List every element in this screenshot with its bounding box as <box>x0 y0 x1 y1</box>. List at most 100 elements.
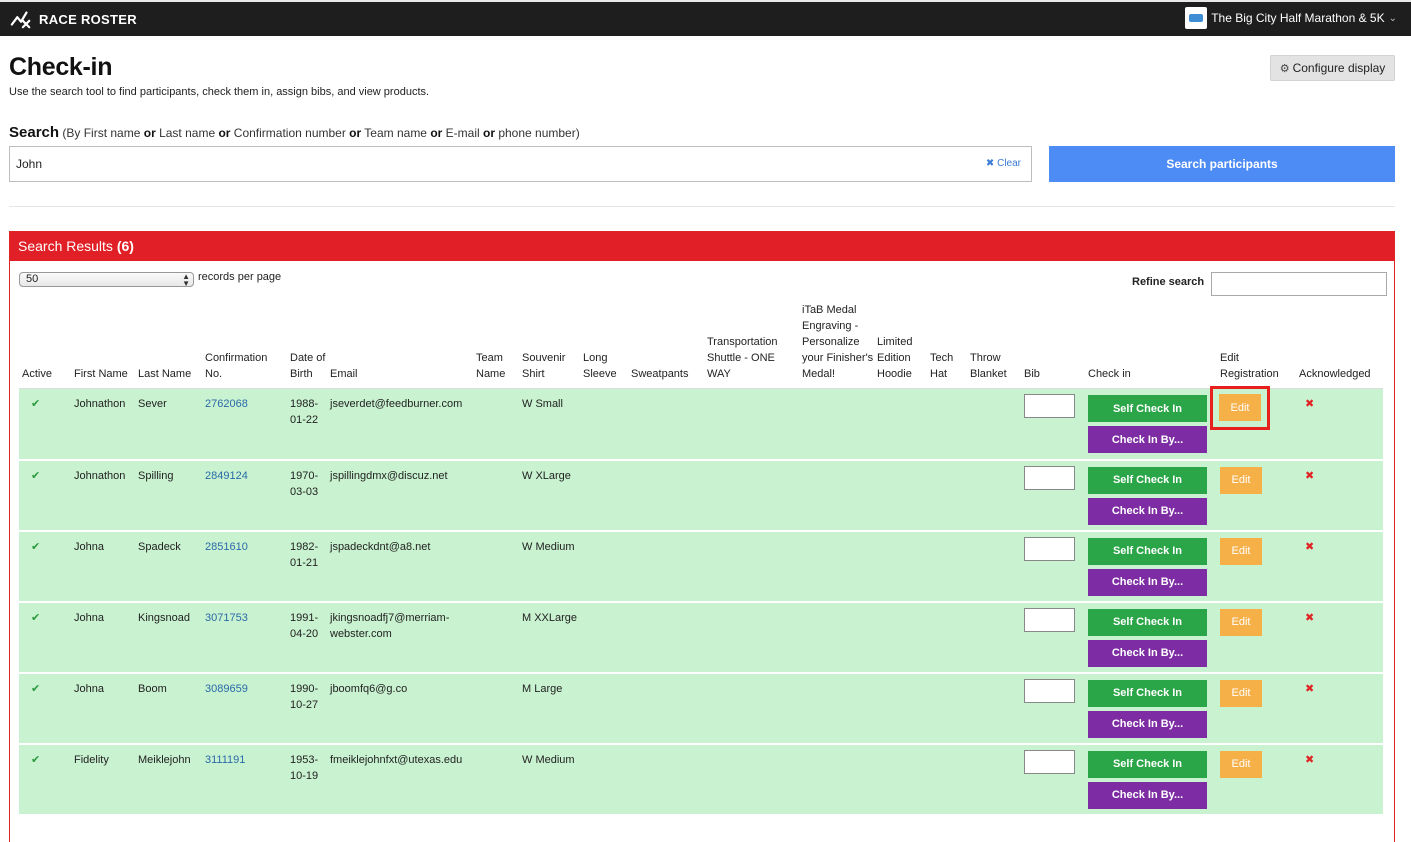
search-hint-part: (By First name <box>62 126 144 140</box>
bib-input[interactable] <box>1024 678 1075 703</box>
sweatpants-cell <box>628 601 704 674</box>
hoodie-cell <box>874 601 927 674</box>
confirmation-link[interactable]: 2849124 <box>205 470 248 482</box>
check-in-by-button[interactable]: Check In By... <box>1088 710 1207 738</box>
hoodie-cell <box>874 459 927 532</box>
check-icon: ✔ <box>31 469 41 482</box>
configure-display-button[interactable]: ⚙ Configure display <box>1270 55 1395 81</box>
confirmation-cell: 2849124 <box>202 459 287 532</box>
last-name-cell: Spilling <box>135 459 202 532</box>
bib-cell <box>1021 388 1085 461</box>
search-input[interactable] <box>10 147 970 181</box>
medal-cell <box>799 601 874 674</box>
sweatpants-cell <box>628 530 704 603</box>
souvenir-shirt-cell: W Small <box>519 388 580 461</box>
bib-input[interactable] <box>1024 749 1075 774</box>
check-in-cell: Self Check In Check In By... <box>1085 388 1217 461</box>
edit-registration-button[interactable]: Edit <box>1220 750 1262 778</box>
active-cell: ✔ <box>19 388 71 461</box>
self-check-in-button[interactable]: Self Check In <box>1088 466 1207 494</box>
col-throw-blanket: Throw Blanket <box>967 302 1021 389</box>
self-check-in-button[interactable]: Self Check In <box>1088 608 1207 636</box>
acknowledged-cell: ✖ <box>1296 388 1383 461</box>
records-per-page-select[interactable]: 50 ▲ ▼ <box>19 272 194 288</box>
last-name-cell: Boom <box>135 672 202 745</box>
edit-registration-button[interactable]: Edit <box>1220 608 1262 636</box>
event-switcher[interactable]: The Big City Half Marathon & 5K ⌄ <box>1185 7 1397 29</box>
self-check-in-button[interactable]: Self Check In <box>1088 679 1207 707</box>
search-label: Search (By First name or Last name or Co… <box>9 124 580 141</box>
search-hint-or: or <box>483 126 495 140</box>
souvenir-shirt-cell: W Medium <box>519 743 580 816</box>
confirmation-link[interactable]: 3111191 <box>205 754 245 766</box>
search-field: ✖ Clear <box>9 146 1032 182</box>
race-roster-logo[interactable]: RACE ROSTER <box>10 8 137 30</box>
page-title: Check-in <box>9 53 113 81</box>
check-in-by-button[interactable]: Check In By... <box>1088 781 1207 809</box>
bib-cell <box>1021 459 1085 532</box>
medal-cell <box>799 672 874 745</box>
throw-blanket-cell <box>967 459 1021 532</box>
acknowledged-cell: ✖ <box>1296 459 1383 532</box>
bib-input[interactable] <box>1024 394 1075 418</box>
search-hint-part: phone number) <box>495 126 580 140</box>
confirmation-cell: 3111191 <box>202 743 287 816</box>
table-row: ✔ Johna Spadeck 2851610 1982-01-21 jspad… <box>19 530 1383 603</box>
self-check-in-button[interactable]: Self Check In <box>1088 395 1207 422</box>
search-hint-part: Last name <box>155 126 219 140</box>
shuttle-cell <box>704 388 799 461</box>
tech-hat-cell <box>927 743 967 816</box>
active-cell: ✔ <box>19 601 71 674</box>
confirmation-cell: 3089659 <box>202 672 287 745</box>
check-in-by-button[interactable]: Check In By... <box>1088 497 1207 525</box>
results-table: Active First Name Last Name Confirmation… <box>19 302 1383 816</box>
bib-input[interactable] <box>1024 607 1075 632</box>
confirmation-link[interactable]: 2762068 <box>205 398 248 410</box>
check-icon: ✔ <box>31 682 41 695</box>
edit-registration-button[interactable]: Edit <box>1220 537 1262 565</box>
page-subtitle: Use the search tool to find participants… <box>9 86 430 98</box>
check-in-cell: Self Check In Check In By... <box>1085 530 1217 603</box>
bib-input[interactable] <box>1024 536 1075 561</box>
hoodie-cell <box>874 672 927 745</box>
dob-cell: 1953-10-19 <box>287 743 327 816</box>
self-check-in-button[interactable]: Self Check In <box>1088 750 1207 778</box>
edit-registration-button[interactable]: Edit <box>1220 679 1262 707</box>
close-icon: ✖ <box>1305 682 1315 695</box>
bib-cell <box>1021 743 1085 816</box>
check-in-by-button[interactable]: Check In By... <box>1088 639 1207 667</box>
results-title: Search Results <box>18 238 113 254</box>
table-row: ✔ Johnathon Spilling 2849124 1970-03-03 … <box>19 459 1383 532</box>
refine-search-input[interactable] <box>1211 272 1387 296</box>
confirmation-link[interactable]: 3071753 <box>205 612 248 624</box>
col-team: Team Name <box>473 302 519 389</box>
check-in-by-button[interactable]: Check In By... <box>1088 426 1207 453</box>
active-cell: ✔ <box>19 459 71 532</box>
dob-cell: 1988-01-22 <box>287 388 327 461</box>
close-icon: ✖ <box>1305 398 1315 410</box>
select-arrows-icon: ▲ ▼ <box>182 272 190 288</box>
edit-registration-button[interactable]: Edit <box>1219 394 1261 421</box>
edit-highlight-box: Edit <box>1210 386 1270 430</box>
check-in-by-button[interactable]: Check In By... <box>1088 568 1207 596</box>
search-results-panel: Search Results (6) 50 ▲ ▼ records per pag… <box>9 231 1395 842</box>
last-name-cell: Sever <box>135 388 202 461</box>
col-dob: Date of Birth <box>287 302 327 389</box>
confirmation-link[interactable]: 2851610 <box>205 541 248 553</box>
edit-registration-button[interactable]: Edit <box>1220 466 1262 494</box>
bib-input[interactable] <box>1024 465 1075 490</box>
hoodie-cell <box>874 388 927 461</box>
col-active: Active <box>19 302 71 389</box>
search-participants-button[interactable]: Search participants <box>1049 146 1395 182</box>
shuttle-cell <box>704 743 799 816</box>
close-icon: ✖ <box>985 158 995 169</box>
search-results-header: Search Results (6) <box>10 232 1394 261</box>
col-email: Email <box>327 302 473 389</box>
dob-cell: 1982-01-21 <box>287 530 327 603</box>
clear-search-link[interactable]: ✖ Clear <box>986 158 1021 169</box>
col-medal-engraving: iTaB Medal Engraving - Personalize your … <box>799 302 874 389</box>
table-row: ✔ Johna Kingsnoad 3071753 1991-04-20 jki… <box>19 601 1383 674</box>
edit-cell: Edit <box>1217 601 1296 674</box>
confirmation-link[interactable]: 3089659 <box>205 683 248 695</box>
self-check-in-button[interactable]: Self Check In <box>1088 537 1207 565</box>
